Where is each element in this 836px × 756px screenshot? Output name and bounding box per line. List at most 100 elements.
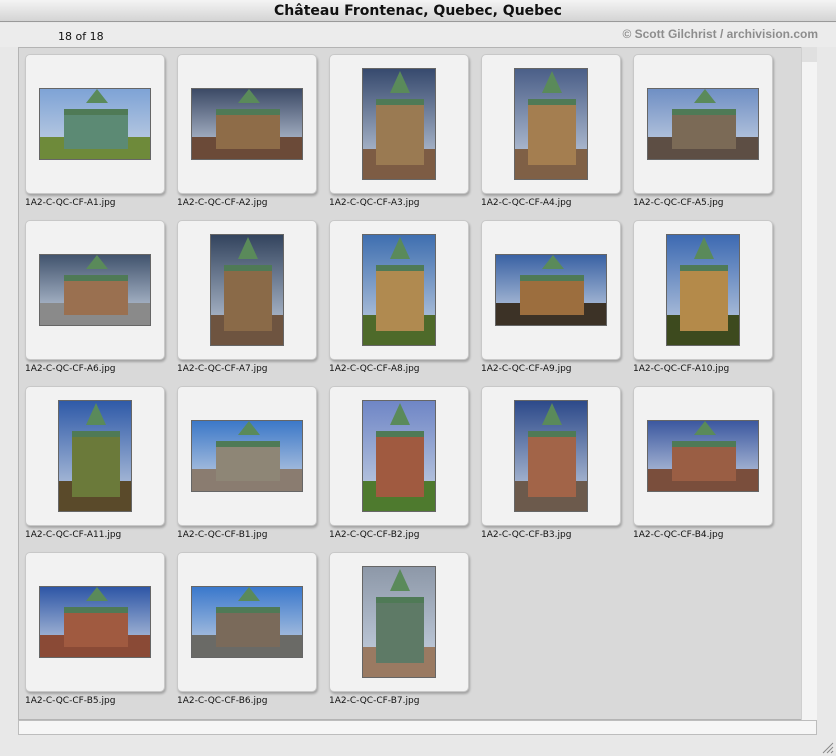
slide-mount[interactable] [177, 54, 317, 194]
thumbnail-item[interactable]: 1A2-C-QC-CF-A8.jpg [329, 220, 479, 382]
castle-trees-image [362, 234, 436, 346]
thumbnail-item[interactable]: 1A2-C-QC-CF-B7.jpg [329, 552, 479, 714]
castle-statue-image [191, 586, 303, 658]
copyright-text: © Scott Gilchrist / archivision.com [622, 27, 818, 41]
thumbnail-item[interactable]: 1A2-C-QC-CF-B2.jpg [329, 386, 479, 548]
thumbnail-filename: 1A2-C-QC-CF-A8.jpg [329, 364, 420, 374]
thumbnail-filename: 1A2-C-QC-CF-A3.jpg [329, 198, 420, 208]
thumbnail-item[interactable]: 1A2-C-QC-CF-A2.jpg [177, 54, 327, 216]
thumbnail-filename: 1A2-C-QC-CF-A10.jpg [633, 364, 730, 374]
slide-mount[interactable] [329, 220, 469, 360]
thumbnail-filename: 1A2-C-QC-CF-B1.jpg [177, 530, 268, 540]
thumbnail-item[interactable]: 1A2-C-QC-CF-A4.jpg [481, 54, 631, 216]
photo-building [216, 441, 280, 481]
photo-building [64, 275, 128, 315]
thumbnail-filename: 1A2-C-QC-CF-B7.jpg [329, 696, 420, 706]
photo-roof [86, 403, 106, 425]
slide-mount[interactable] [177, 386, 317, 526]
photo-roof [238, 89, 260, 103]
thumbnail-filename: 1A2-C-QC-CF-A7.jpg [177, 364, 268, 374]
photo-building [376, 431, 424, 497]
castle-sunlit-image [666, 234, 740, 346]
photo-roof [86, 587, 108, 601]
photo-roof [238, 587, 260, 601]
castle-tower-image [514, 68, 588, 180]
photo-building [520, 275, 584, 315]
thumbnail-item[interactable]: 1A2-C-QC-CF-A9.jpg [481, 220, 631, 382]
thumbnail-item[interactable]: 1A2-C-QC-CF-A11.jpg [25, 386, 175, 548]
photo-building [376, 265, 424, 331]
photo-building [528, 99, 576, 165]
thumbnail-item[interactable]: 1A2-C-QC-CF-A10.jpg [633, 220, 783, 382]
photo-roof [86, 89, 108, 103]
thumbnail-filename: 1A2-C-QC-CF-A5.jpg [633, 198, 724, 208]
slide-mount[interactable] [481, 54, 621, 194]
slide-mount[interactable] [25, 386, 165, 526]
slide-mount[interactable] [25, 552, 165, 692]
thumbnail-panel[interactable]: 1A2-C-QC-CF-A1.jpg 1A2-C-QC-CF-A2.jpg 1A2-… [18, 47, 817, 720]
slide-mount[interactable] [481, 220, 621, 360]
thumbnail-item[interactable]: 1A2-C-QC-CF-B4.jpg [633, 386, 783, 548]
vertical-scrollbar-cap [801, 47, 817, 62]
castle-dusk-image [495, 254, 607, 326]
thumbnail-filename: 1A2-C-QC-CF-B4.jpg [633, 530, 724, 540]
photo-building [216, 109, 280, 149]
photo-building [72, 431, 120, 497]
photo-roof [542, 71, 562, 93]
photo-roof [86, 255, 108, 269]
toolbar: 18 of 18 © Scott Gilchrist / archivision… [0, 23, 836, 47]
photo-roof [390, 71, 410, 93]
thumbnail-filename: 1A2-C-QC-CF-A6.jpg [25, 364, 116, 374]
thumbnail-item[interactable]: 1A2-C-QC-CF-B1.jpg [177, 386, 327, 548]
photo-roof [238, 237, 258, 259]
castle-turrets-image [39, 586, 151, 658]
slide-mount[interactable] [633, 220, 773, 360]
slide-mount[interactable] [177, 552, 317, 692]
thumbnail-item[interactable]: 1A2-C-QC-CF-A1.jpg [25, 54, 175, 216]
castle-trees-image [58, 400, 132, 512]
photo-roof [390, 569, 410, 591]
thumbnail-item[interactable]: 1A2-C-QC-CF-B5.jpg [25, 552, 175, 714]
castle-tower-image [210, 234, 284, 346]
vertical-scrollbar[interactable] [801, 62, 817, 720]
thumbnail-item[interactable]: 1A2-C-QC-CF-B6.jpg [177, 552, 327, 714]
slide-mount[interactable] [329, 386, 469, 526]
thumbnail-filename: 1A2-C-QC-CF-B3.jpg [481, 530, 572, 540]
photo-building [672, 441, 736, 481]
slide-mount[interactable] [329, 552, 469, 692]
river-view-image [39, 254, 151, 326]
photo-roof [390, 403, 410, 425]
thumbnail-item[interactable]: 1A2-C-QC-CF-B3.jpg [481, 386, 631, 548]
castle-facade-image [514, 400, 588, 512]
thumbnail-filename: 1A2-C-QC-CF-B2.jpg [329, 530, 420, 540]
slide-mount[interactable] [25, 220, 165, 360]
thumbnail-item[interactable]: 1A2-C-QC-CF-A7.jpg [177, 220, 327, 382]
cannon-castle-image [362, 400, 436, 512]
photo-building [680, 265, 728, 331]
slide-mount[interactable] [177, 220, 317, 360]
slide-mount[interactable] [633, 386, 773, 526]
thumbnail-filename: 1A2-C-QC-CF-B6.jpg [177, 696, 268, 706]
castle-tower-image [362, 68, 436, 180]
autumn-trees-image [39, 88, 151, 160]
thumbnail-filename: 1A2-C-QC-CF-A11.jpg [25, 530, 122, 540]
castle-wide-image [191, 420, 303, 492]
slide-mount[interactable] [481, 386, 621, 526]
horizontal-scrollbar[interactable] [18, 720, 817, 735]
photo-roof [694, 237, 714, 259]
photo-building [224, 265, 272, 331]
thumbnail-item[interactable]: 1A2-C-QC-CF-A6.jpg [25, 220, 175, 382]
window-title: Château Frontenac, Quebec, Quebec [0, 0, 836, 22]
slide-mount[interactable] [329, 54, 469, 194]
resize-grip-icon[interactable] [820, 740, 834, 754]
photo-building [376, 99, 424, 165]
slide-mount[interactable] [633, 54, 773, 194]
thumbnail-item[interactable]: 1A2-C-QC-CF-A3.jpg [329, 54, 479, 216]
castle-facade-image [647, 420, 759, 492]
thumbnail-filename: 1A2-C-QC-CF-B5.jpg [25, 696, 116, 706]
thumbnail-item[interactable]: 1A2-C-QC-CF-A5.jpg [633, 54, 783, 216]
photo-building [672, 109, 736, 149]
slide-mount[interactable] [25, 54, 165, 194]
thumbnail-filename: 1A2-C-QC-CF-A9.jpg [481, 364, 572, 374]
thumbnail-filename: 1A2-C-QC-CF-A1.jpg [25, 198, 116, 208]
